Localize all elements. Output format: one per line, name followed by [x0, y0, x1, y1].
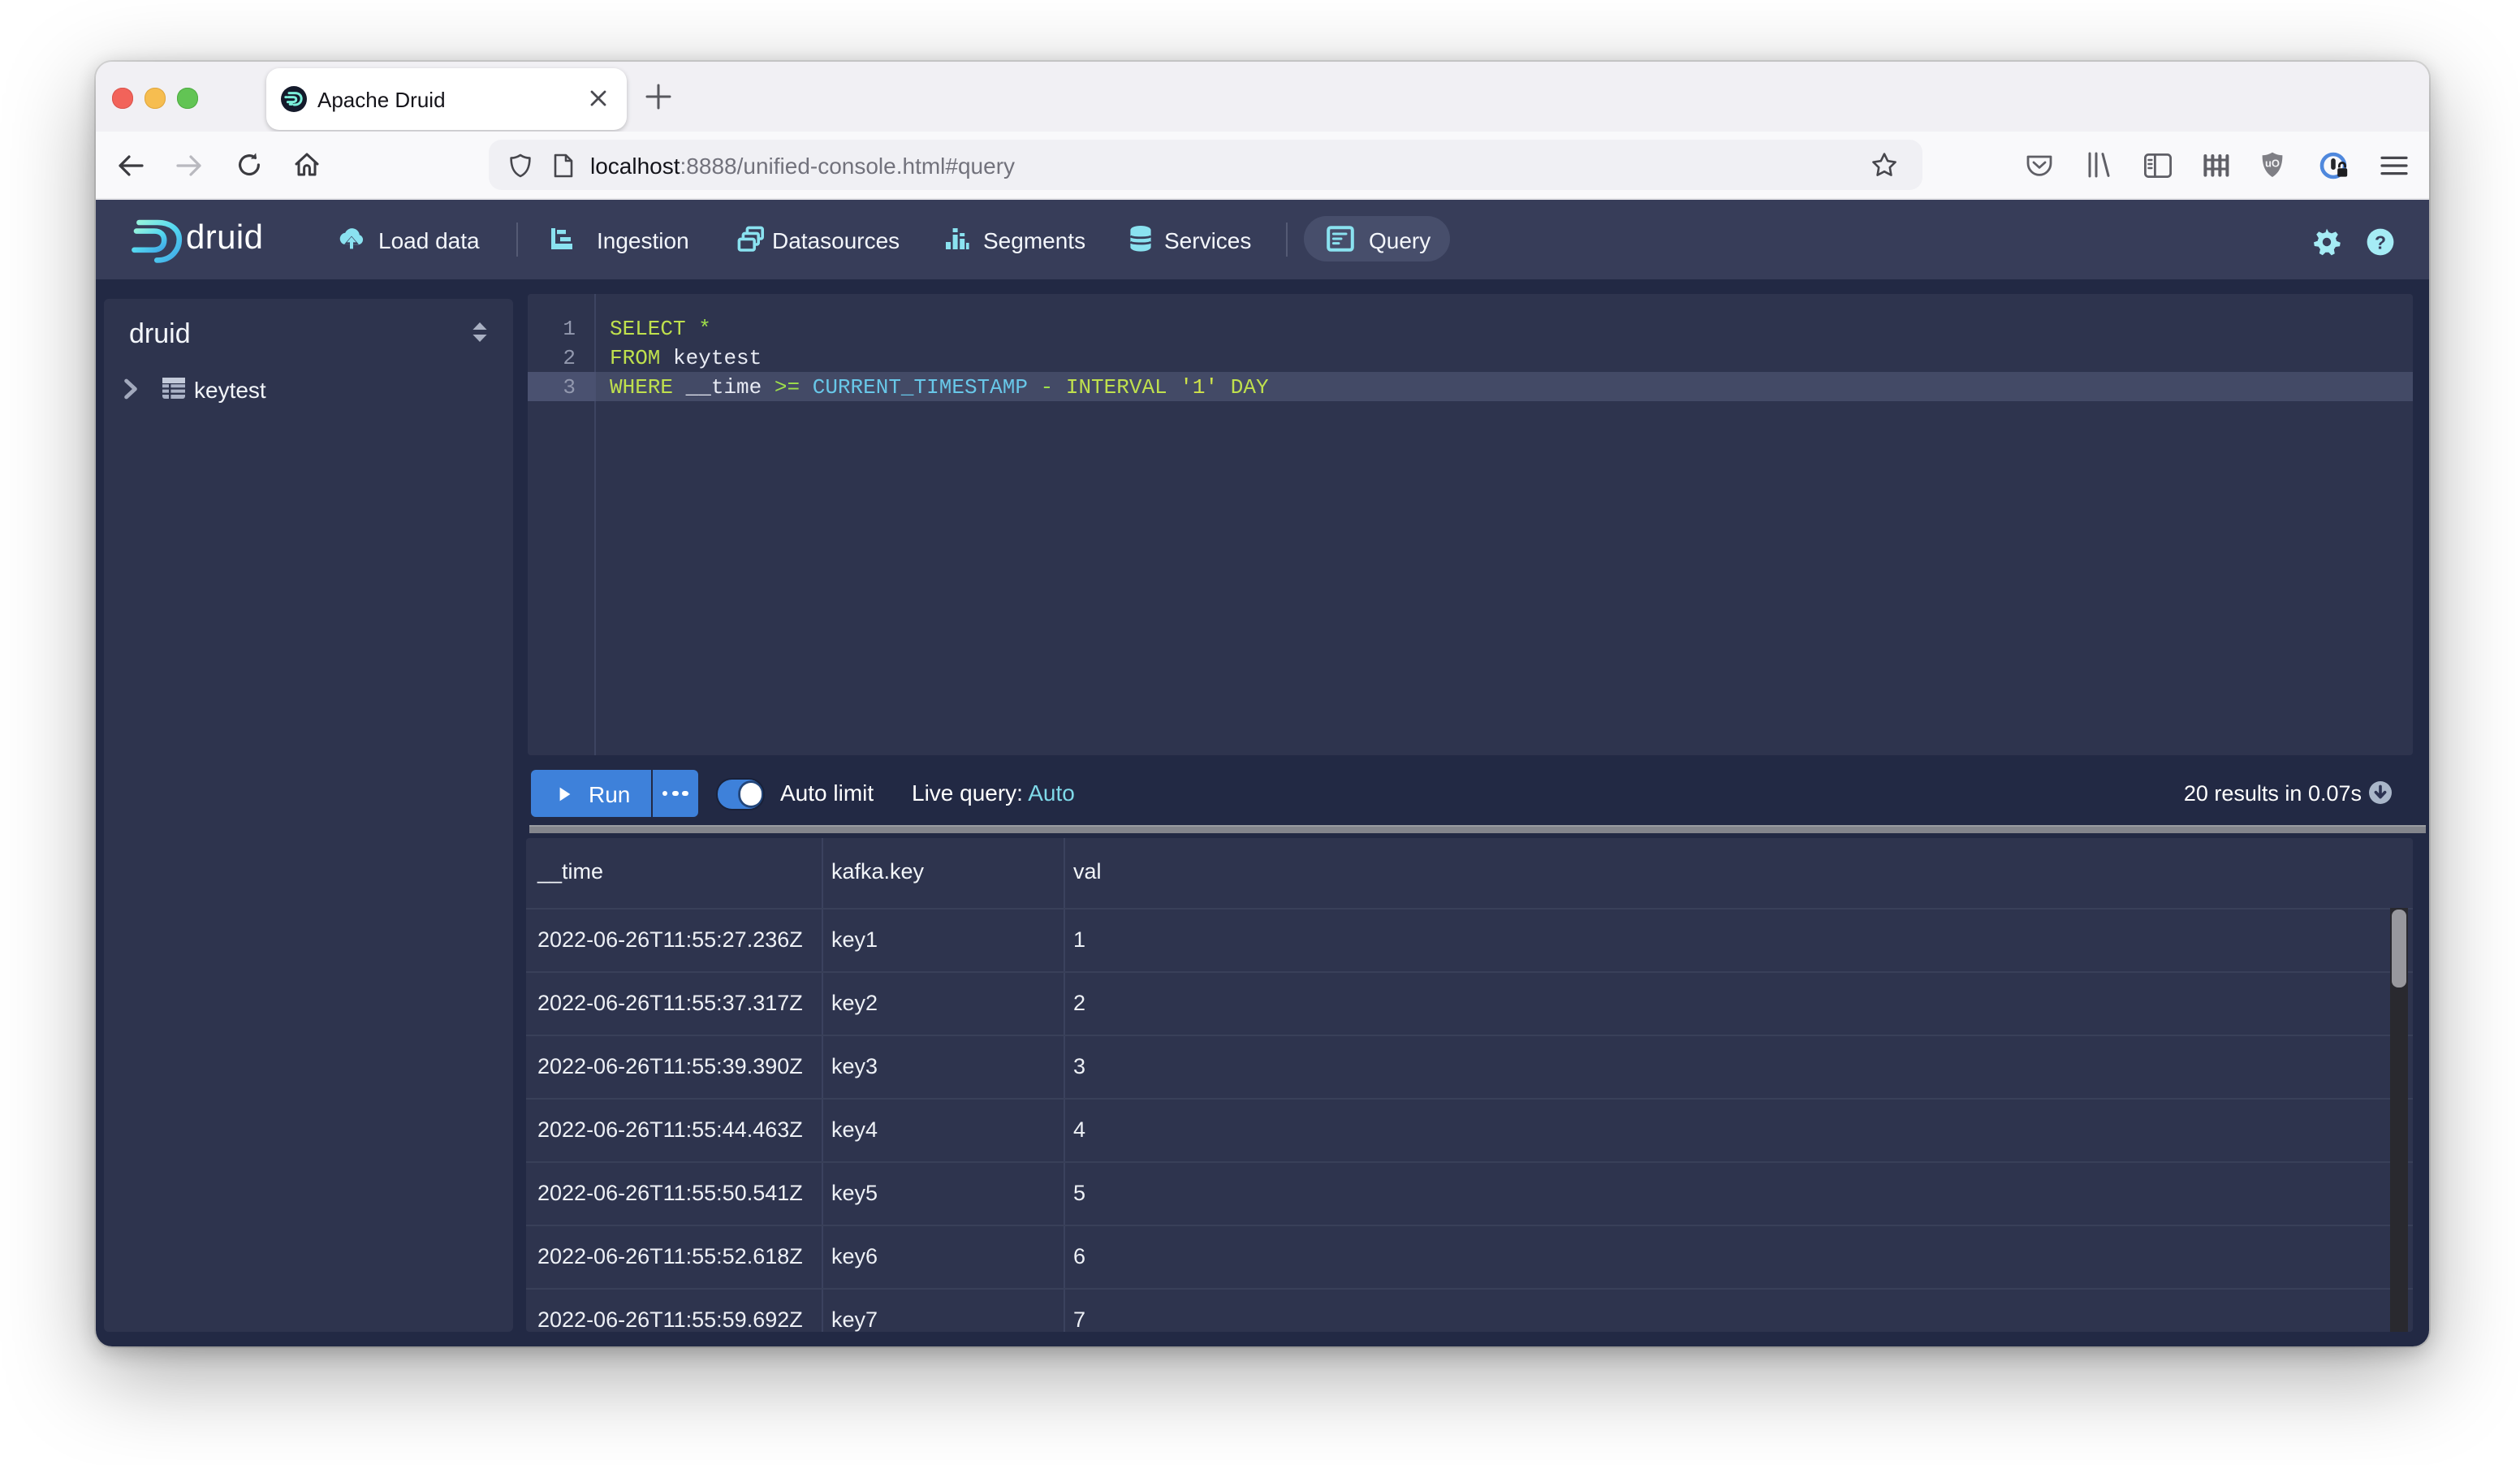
svg-text:?: ?: [2374, 231, 2385, 253]
svg-text:uO: uO: [2265, 158, 2280, 170]
